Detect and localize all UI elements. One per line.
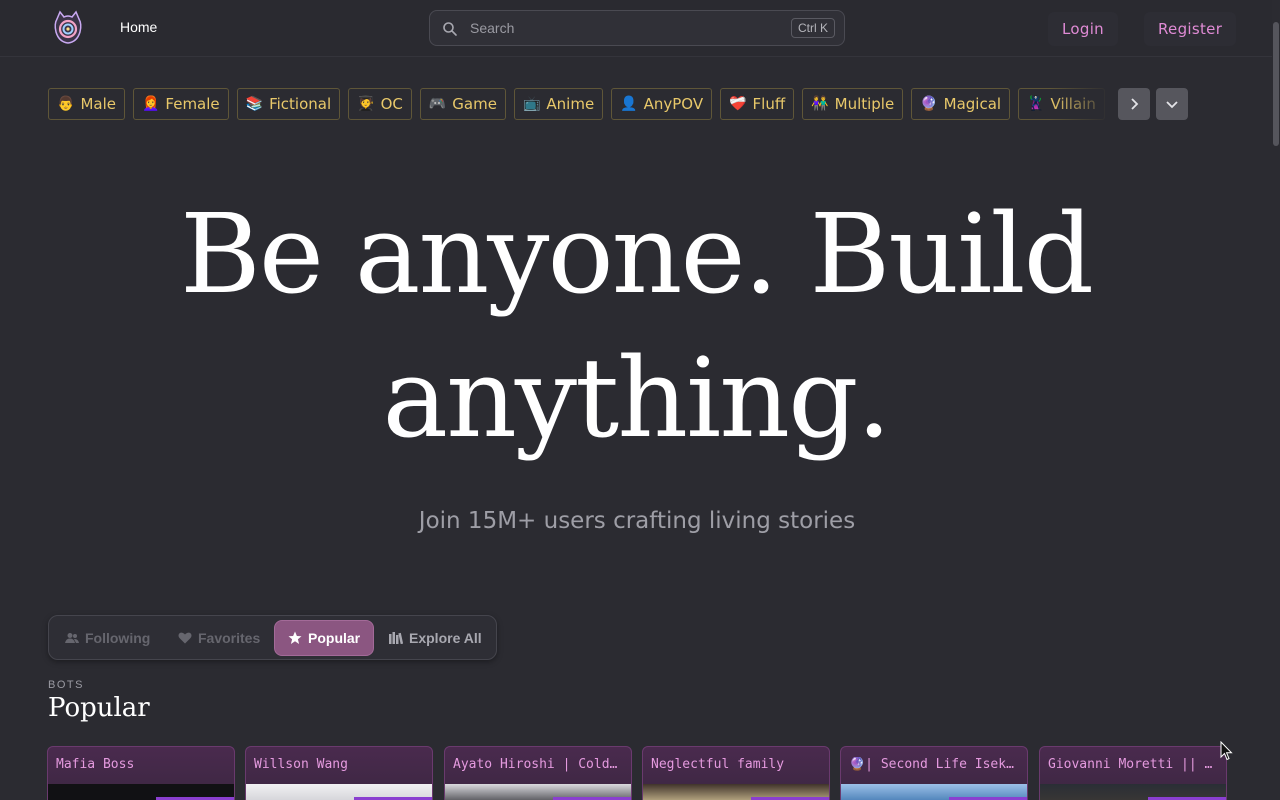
chevron-down-icon: [1166, 101, 1178, 109]
tag-emoji-icon: 📚: [245, 96, 264, 112]
users-icon: [65, 633, 79, 643]
tag-chip-magical[interactable]: 🔮 Magical: [911, 88, 1011, 120]
tag-chip-label: Male: [80, 95, 116, 113]
tab-favorites[interactable]: Favorites: [178, 620, 260, 656]
tag-emoji-icon: 👤: [620, 96, 638, 112]
bot-card-title: Giovanni Moretti || Single Dad: [1048, 757, 1220, 772]
tag-chip-label: Game: [452, 95, 497, 113]
hero-subtitle: Join 15M+ users crafting living stories: [418, 508, 856, 534]
tag-emoji-icon: 🦹: [1027, 96, 1045, 112]
tab-following[interactable]: Following: [65, 620, 150, 656]
tag-chip-label: OC: [380, 95, 403, 113]
tag-chip-male[interactable]: 👨 Male: [48, 88, 125, 120]
tag-chip-anime[interactable]: 📺 Anime: [513, 88, 604, 120]
search-input[interactable]: [470, 11, 770, 45]
page-scrollbar[interactable]: [1272, 0, 1280, 800]
hero-heading: Be anyone. Build anything.: [0, 182, 1272, 470]
hero-heading-line-2: anything.: [382, 334, 891, 462]
tab-explore-all[interactable]: Explore All: [389, 620, 482, 656]
library-icon: [389, 632, 403, 644]
tags-expand-button[interactable]: [1156, 88, 1188, 120]
tag-emoji-icon: 👫: [811, 96, 829, 112]
tag-emoji-icon: 👨: [57, 96, 75, 112]
tag-emoji-icon: 📺: [522, 96, 541, 112]
search-shortcut-hint: Ctrl K: [791, 18, 835, 38]
tag-filter-row: 👨 Male 👩‍🦰 Female 📚 Fictional 🧑‍🎓 OC 🎮 Game 📺 Anime…: [48, 88, 1110, 120]
tag-emoji-icon: 🔮: [920, 96, 938, 112]
scrollbar-thumb[interactable]: [1273, 22, 1279, 146]
search-bar[interactable]: Ctrl K: [429, 10, 845, 46]
bot-card[interactable]: Mafia Boss: [47, 746, 235, 800]
tag-chip-label: Fluff: [752, 95, 786, 113]
tag-chip-label: Anime: [546, 95, 595, 113]
bot-card[interactable]: Neglectful family: [642, 746, 830, 800]
bot-card-title: 🔮| Second Life Isekai |🔮: [849, 757, 1021, 772]
mouse-cursor-icon: [1220, 741, 1233, 761]
tags-scroll-right-button[interactable]: [1118, 88, 1150, 120]
tag-chip-fluff[interactable]: ❤️‍🩹 Fluff: [720, 88, 795, 120]
section-title: Popular: [48, 693, 150, 723]
tag-chip-female[interactable]: 👩‍🦰 Female: [132, 88, 229, 120]
tag-chip-label: Fictional: [269, 95, 332, 113]
bot-card-title: Willson Wang: [254, 757, 348, 772]
tag-chip-label: AnyPOV: [643, 95, 704, 113]
star-icon: [288, 631, 302, 644]
tab-popular-label: Popular: [308, 630, 361, 646]
bot-card[interactable]: Willson Wang: [245, 746, 433, 800]
heart-icon: [178, 632, 192, 644]
tag-emoji-icon: 👩‍🦰: [141, 96, 160, 112]
chevron-right-icon: [1131, 98, 1139, 110]
tag-chip-multiple[interactable]: 👫 Multiple: [802, 88, 904, 120]
tag-chip-oc[interactable]: 🧑‍🎓 OC: [348, 88, 412, 120]
tag-chip-label: Multiple: [834, 95, 895, 113]
tag-emoji-icon: 🎮: [428, 96, 447, 112]
bot-card[interactable]: 🔮| Second Life Isekai |🔮: [840, 746, 1028, 800]
bot-feed-tabs: Following Favorites Popular Explore All: [48, 615, 497, 660]
tag-emoji-icon: ❤️‍🩹: [729, 96, 747, 112]
tab-following-label: Following: [85, 630, 151, 646]
login-button[interactable]: Login: [1048, 12, 1118, 46]
tag-emoji-icon: 🧑‍🎓: [357, 96, 375, 112]
tag-chip-anypov[interactable]: 👤 AnyPOV: [611, 88, 713, 120]
app-logo-icon[interactable]: [52, 10, 84, 46]
tag-chip-game[interactable]: 🎮 Game: [419, 88, 506, 120]
tab-explore-all-label: Explore All: [409, 630, 482, 646]
tab-favorites-label: Favorites: [198, 630, 261, 646]
bot-card-title: Neglectful family: [651, 757, 785, 772]
bot-card-title: Mafia Boss: [56, 757, 135, 772]
tab-popular[interactable]: Popular: [274, 620, 374, 656]
register-button[interactable]: Register: [1144, 12, 1237, 46]
tag-chip-fictional[interactable]: 📚 Fictional: [236, 88, 341, 120]
tag-chip-label: Female: [165, 95, 220, 113]
tag-chip-label: Magical: [943, 95, 1002, 113]
nav-home-link[interactable]: Home: [120, 19, 157, 35]
section-kicker: BOTS: [48, 679, 84, 691]
bot-card-title: Ayato Hiroshi | Cold Prince: [453, 757, 625, 772]
bot-card[interactable]: Giovanni Moretti || Single Dad: [1039, 746, 1227, 800]
tag-row-fade: [1050, 88, 1112, 120]
top-nav-bar: Home Ctrl K Login Register: [0, 0, 1272, 57]
hero-heading-line-1: Be anyone. Build: [179, 190, 1094, 318]
bot-card[interactable]: Ayato Hiroshi | Cold Prince: [444, 746, 632, 800]
search-icon: [443, 22, 457, 36]
